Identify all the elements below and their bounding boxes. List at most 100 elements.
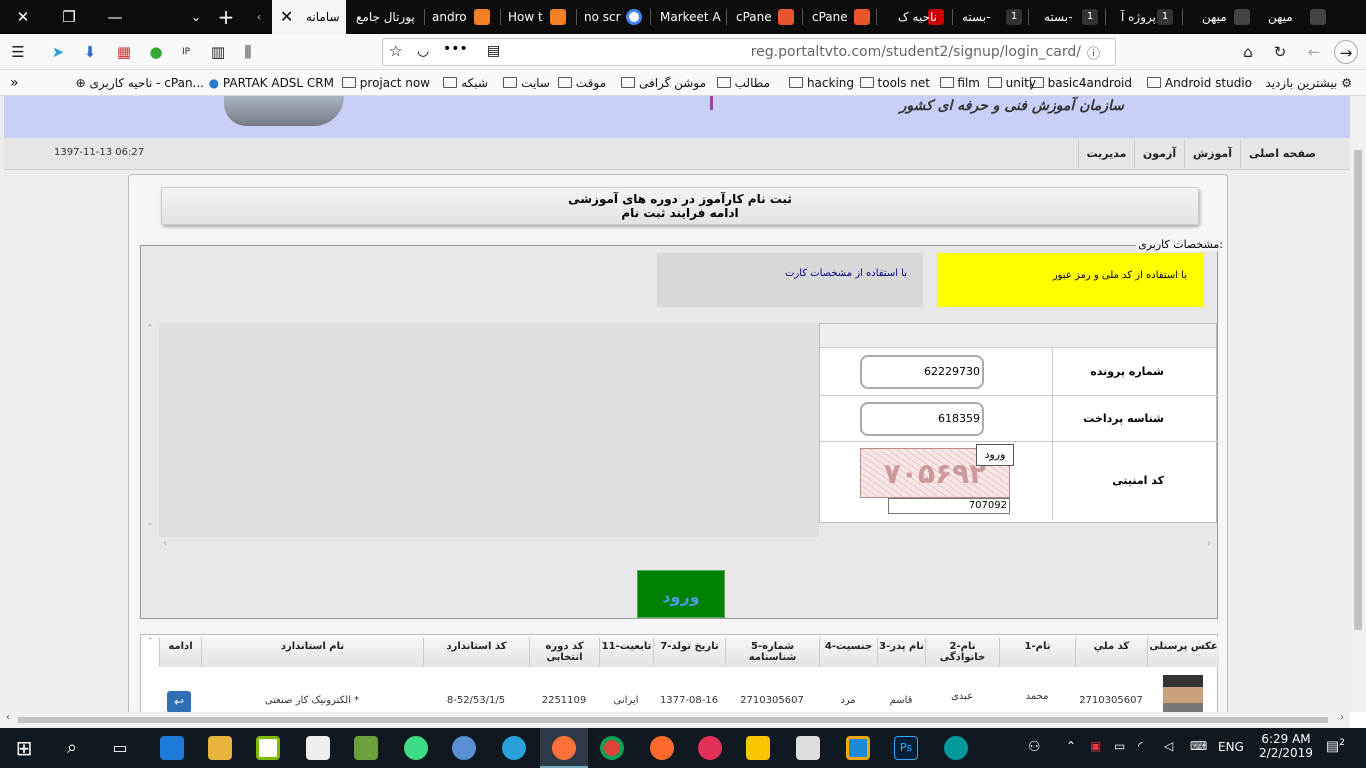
extension-globe-icon[interactable]: ● <box>144 40 168 64</box>
telegram-icon[interactable] <box>502 736 526 760</box>
scroll-right-icon[interactable]: › <box>1340 712 1344 723</box>
search-icon[interactable]: ⌕ <box>60 736 84 760</box>
android-studio-icon[interactable] <box>404 736 428 760</box>
arduino-icon[interactable] <box>944 736 968 760</box>
menu-icon[interactable]: ☰ <box>6 40 30 64</box>
tab-6[interactable]: cPane <box>804 0 876 34</box>
close-tab-icon[interactable]: ✕ <box>280 0 293 34</box>
clock[interactable]: 6:29 AM 2/2/2019 <box>1258 732 1314 760</box>
file-number-input[interactable]: 62229730 <box>860 355 984 389</box>
network-status-icon[interactable]: ▣ <box>1090 739 1101 753</box>
bookmark-folder-basic4android[interactable]: basic4android <box>1029 75 1132 91</box>
photoshop-icon[interactable]: Ps <box>894 736 918 760</box>
tab-7[interactable]: cPane <box>728 0 800 34</box>
mail-icon[interactable] <box>306 736 330 760</box>
minimize-icon[interactable]: — <box>92 0 138 34</box>
tab-2[interactable]: 1 پروژه آ <box>1107 0 1181 34</box>
edge-icon[interactable] <box>160 736 184 760</box>
battery-icon[interactable]: ▭ <box>1114 739 1125 753</box>
brave-icon[interactable] <box>650 736 674 760</box>
ip-extension-icon[interactable]: IP <box>174 40 198 64</box>
tab-1[interactable]: میهن <box>1184 0 1258 34</box>
tab-3[interactable]: 1 بسته- <box>1030 0 1104 34</box>
tab-scroll-left-icon[interactable]: ‹ <box>248 0 270 34</box>
bookmark-partak-crm[interactable]: ● PARTAK ADSL CRM <box>209 75 334 91</box>
login-option-card[interactable]: با استفاده از مشخصات کارت <box>657 253 923 307</box>
grid-scroll-up-icon[interactable]: ⌃ <box>143 637 157 712</box>
home-icon[interactable]: ⌂ <box>1236 40 1260 64</box>
bookmark-most-visited[interactable]: بیشترین بازدید ⚙ <box>1265 75 1352 91</box>
page-horizontal-scrollbar[interactable]: ‹ › <box>0 712 1350 728</box>
captcha-input[interactable]: 707092 <box>888 498 1010 514</box>
store-icon[interactable] <box>256 736 280 760</box>
scrollbar-thumb[interactable] <box>18 717 1328 723</box>
page-vertical-scrollbar[interactable] <box>1350 96 1366 712</box>
payment-id-input[interactable]: 618359 <box>860 402 984 436</box>
pocket-icon[interactable]: ◡ <box>417 43 429 59</box>
app-globe-icon[interactable] <box>452 736 476 760</box>
bookmark-folder-unity[interactable]: unity <box>987 75 1036 91</box>
language-indicator[interactable]: ENG <box>1218 740 1244 754</box>
tray-chevron-up-icon[interactable]: ⌃ <box>1066 739 1076 753</box>
reload-icon[interactable]: ↻ <box>1268 40 1292 64</box>
extension-grid-icon[interactable]: ▦ <box>112 40 136 64</box>
sidebar-icon[interactable]: ▥ <box>206 40 230 64</box>
bookmark-folder-network[interactable]: شبکه <box>443 75 488 91</box>
menu-education[interactable]: آموزش <box>1184 140 1240 168</box>
inner-hscroll[interactable]: ‹ › <box>157 538 1217 552</box>
address-bar[interactable]: ⓘ reg.portaltvto.com/student2/signup/log… <box>382 38 1116 66</box>
reader-view-icon[interactable]: ▤ <box>487 43 500 59</box>
tab-10[interactable]: How t <box>502 0 574 34</box>
people-icon[interactable]: ⚇ <box>1028 739 1041 755</box>
firefox-icon[interactable] <box>552 736 576 760</box>
volume-icon[interactable]: ◁ <box>1164 739 1173 753</box>
login-option-national-code[interactable]: با استفاده از کد ملی و رمز عبور <box>937 253 1203 307</box>
app-square-icon[interactable] <box>846 736 870 760</box>
tab-11[interactable]: andro <box>426 0 498 34</box>
bookmark-folder-articles[interactable]: مطالب <box>716 75 770 91</box>
scrollbar-thumb[interactable] <box>1354 150 1362 630</box>
keyboard-icon[interactable]: ⌨ <box>1190 739 1207 753</box>
tab-list-chevron-icon[interactable]: ⌄ <box>184 0 208 34</box>
tab-12[interactable]: پورتال جامع <box>348 0 422 34</box>
file-explorer-icon[interactable] <box>208 736 232 760</box>
bookmark-cpanel-area[interactable]: ⊕ ناحیه کاربری - cPan... <box>76 75 204 91</box>
bookmark-folder-film[interactable]: film <box>939 75 980 91</box>
tab-4[interactable]: 1 بسته- <box>954 0 1028 34</box>
more-actions-icon[interactable]: ••• <box>443 41 468 57</box>
download-icon[interactable]: ⬇ <box>78 40 102 64</box>
bookmark-folder-hacking[interactable]: hacking <box>789 75 854 91</box>
tab-8[interactable]: Markeet A <box>652 0 724 34</box>
tab-5[interactable]: ناحیه ک <box>878 0 952 34</box>
site-info-icon[interactable]: ⓘ <box>1087 43 1100 62</box>
restore-icon[interactable]: ❐ <box>46 0 92 34</box>
tab-9[interactable]: no scr <box>578 0 648 34</box>
bookmark-folder-site[interactable]: سایت <box>503 75 550 91</box>
submit-login-button[interactable]: ورود <box>637 570 725 618</box>
bookmark-folder-project-now[interactable]: projact now <box>341 75 430 91</box>
notepad-icon[interactable] <box>354 736 378 760</box>
menu-exam[interactable]: آزمون <box>1134 140 1184 168</box>
menu-home[interactable]: صفحه اصلی <box>1240 140 1324 168</box>
tab-13-active[interactable]: سامانه ✕ <box>272 0 346 34</box>
image-viewer-icon[interactable] <box>796 736 820 760</box>
library-icon[interactable]: ⫼ <box>236 40 260 64</box>
new-tab-icon[interactable]: + <box>214 0 238 34</box>
wifi-icon[interactable]: ◜ <box>1138 739 1143 753</box>
bookmark-folder-temp[interactable]: موقت <box>558 75 606 91</box>
bookmark-folder-android-studio[interactable]: Android studio <box>1147 75 1252 91</box>
bookmark-star-icon[interactable]: ☆ <box>389 42 402 60</box>
action-center-icon[interactable]: ▤2 <box>1326 738 1345 755</box>
more-bookmarks-chevron-icon[interactable]: » <box>10 75 19 91</box>
back-icon[interactable]: → <box>1334 40 1358 64</box>
forward-icon[interactable]: ← <box>1302 40 1326 64</box>
inner-vscroll[interactable]: ⌃ ⌄ <box>143 324 157 538</box>
app-circles-icon[interactable] <box>698 736 722 760</box>
task-view-icon[interactable]: ▭ <box>108 736 132 760</box>
continue-arrow-icon[interactable]: ↩ <box>167 691 191 712</box>
bookmark-folder-motion-graphics[interactable]: موشن گرافی <box>621 75 706 91</box>
windows-start-icon[interactable]: ⊞ <box>12 736 36 760</box>
bookmark-folder-tools-net[interactable]: tools net <box>859 75 930 91</box>
scroll-left-icon[interactable]: ‹ <box>6 712 10 723</box>
telegram-extension-icon[interactable]: ➤ <box>46 40 70 64</box>
